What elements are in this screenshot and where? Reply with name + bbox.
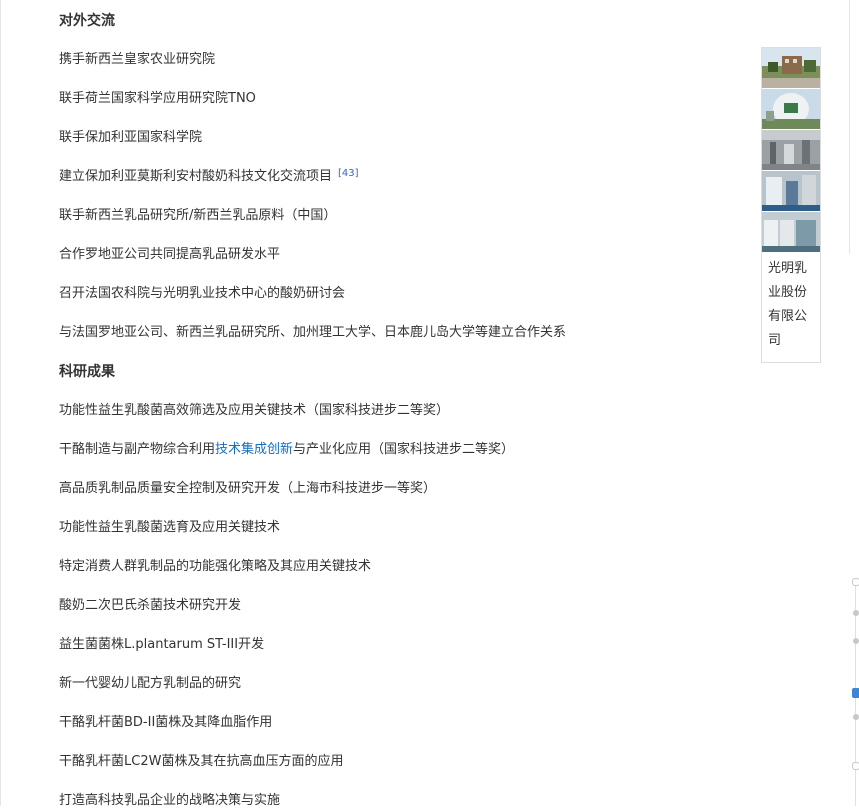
list-item: 干酪乳杆菌LC2W菌株及其在抗高血压方面的应用: [59, 754, 344, 769]
list-item: 召开法国农科院与光明乳业技术中心的酸奶研讨会: [59, 286, 346, 301]
nav-dot[interactable]: [853, 610, 859, 616]
list-item: 与法国罗地亚公司、新西兰乳品研究所、加州理工大学、日本鹿儿岛大学等建立合作关系: [59, 325, 567, 340]
list-item: 联手荷兰国家科学应用研究院TNO: [59, 91, 256, 106]
section-heading-exchange: 对外交流: [59, 13, 115, 29]
production-line-photo[interactable]: [762, 212, 820, 252]
building-photo[interactable]: [762, 48, 820, 88]
nav-dot-active[interactable]: [852, 688, 859, 698]
list-item: 打造高科技乳品企业的战略决策与实施: [59, 793, 281, 808]
reference-link[interactable]: [43]: [338, 168, 359, 179]
nav-dot[interactable]: [852, 578, 859, 586]
list-item: 建立保加利亚莫斯利安村酸奶科技文化交流项目 [43]: [59, 168, 359, 187]
list-item: 联手新西兰乳品研究所/新西兰乳品原料（中国）: [59, 208, 337, 223]
list-item: 干酪乳杆菌BD-II菌株及其降血脂作用: [59, 715, 273, 730]
list-item: 联手保加利亚国家科学院: [59, 130, 203, 145]
sidebar-divider: [849, 0, 850, 254]
lab-interior-photo[interactable]: [762, 130, 820, 170]
list-item: 新一代婴幼儿配方乳制品的研究: [59, 676, 242, 691]
list-item: 特定消费人群乳制品的功能强化策略及其应用关键技术: [59, 559, 372, 574]
lab-equipment-photo[interactable]: [762, 171, 820, 211]
album-caption: 光明乳业股份有限公司: [768, 261, 808, 348]
list-item: 功能性益生乳酸菌高效筛选及应用关键技术（国家科技进步二等奖）: [59, 403, 450, 418]
nav-dot[interactable]: [852, 762, 859, 770]
nav-dot[interactable]: [853, 638, 859, 644]
list-item: 携手新西兰皇家农业研究院: [59, 52, 216, 67]
section-heading-research: 科研成果: [59, 364, 115, 380]
list-item: 合作罗地亚公司共同提高乳品研发水平: [59, 247, 281, 262]
side-navigation-track: [852, 578, 859, 806]
tech-innovation-link[interactable]: 技术集成创新: [215, 442, 293, 457]
list-item: 益生菌菌株L.plantarum ST-III开发: [59, 637, 265, 652]
list-item: 酸奶二次巴氏杀菌技术研究开发: [59, 598, 242, 613]
list-item: 干酪制造与副产物综合利用技术集成创新与产业化应用（国家科技进步二等奖）: [59, 441, 514, 459]
content-left-border: [0, 0, 1, 806]
photo-album-card[interactable]: 光明乳业股份有限公司: [761, 47, 821, 363]
list-item-text: 建立保加利亚莫斯利安村酸奶科技文化交流项目: [59, 169, 333, 184]
nav-dot[interactable]: [853, 714, 859, 720]
list-item: 高品质乳制品质量安全控制及研究开发（上海市科技进步一等奖）: [59, 481, 437, 496]
list-item-text: 与产业化应用（国家科技进步二等奖）: [293, 442, 515, 457]
list-item-text: 干酪制造与副产物综合利用: [59, 442, 216, 457]
list-item: 功能性益生乳酸菌选育及应用关键技术: [59, 520, 281, 535]
factory-exterior-photo[interactable]: [762, 89, 820, 129]
